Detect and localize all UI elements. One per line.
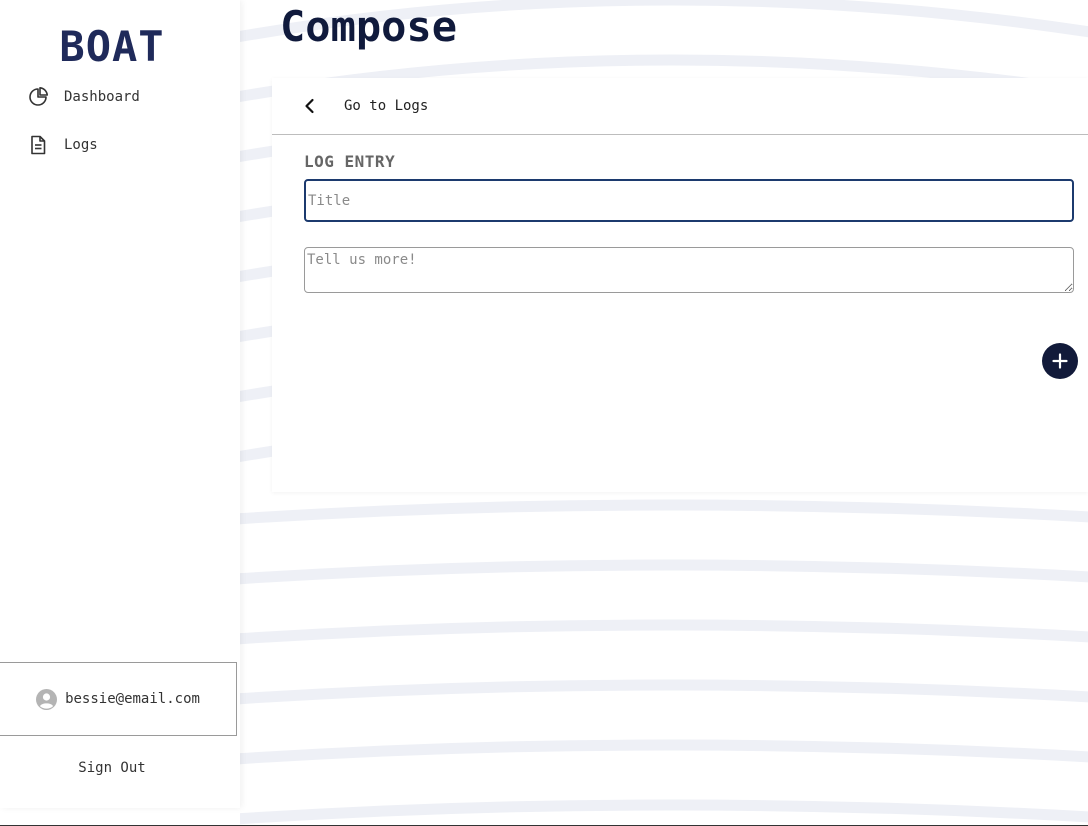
document-icon	[28, 135, 48, 155]
title-input[interactable]	[304, 179, 1074, 222]
sidebar: BOAT Dashboard Logs bessie@email.com Sig…	[0, 0, 240, 808]
app-window: BOAT Dashboard Logs bessie@email.com Sig…	[0, 0, 1088, 826]
user-account-box[interactable]: bessie@email.com	[0, 662, 237, 736]
sidebar-item-dashboard[interactable]: Dashboard	[0, 77, 240, 117]
card-header: Go to Logs	[272, 78, 1088, 135]
chevron-left-icon	[302, 98, 318, 114]
brand-logo[interactable]: BOAT	[0, 22, 224, 71]
pie-chart-icon	[28, 87, 48, 107]
page-title: Compose	[280, 2, 458, 51]
body-textarea[interactable]	[304, 247, 1074, 293]
add-button[interactable]	[1042, 343, 1078, 379]
sidebar-item-logs[interactable]: Logs	[0, 125, 240, 165]
plus-icon	[1052, 353, 1068, 369]
user-email: bessie@email.com	[65, 691, 200, 707]
back-to-logs-link[interactable]: Go to Logs	[302, 92, 428, 120]
sidebar-item-label: Logs	[64, 137, 98, 153]
section-label: LOG ENTRY	[304, 152, 396, 171]
sidebar-item-label: Dashboard	[64, 89, 140, 105]
sign-out-button[interactable]: Sign Out	[0, 760, 224, 776]
user-circle-icon	[36, 688, 58, 710]
back-link-label: Go to Logs	[344, 98, 429, 114]
compose-card: Go to Logs LOG ENTRY	[272, 78, 1088, 492]
